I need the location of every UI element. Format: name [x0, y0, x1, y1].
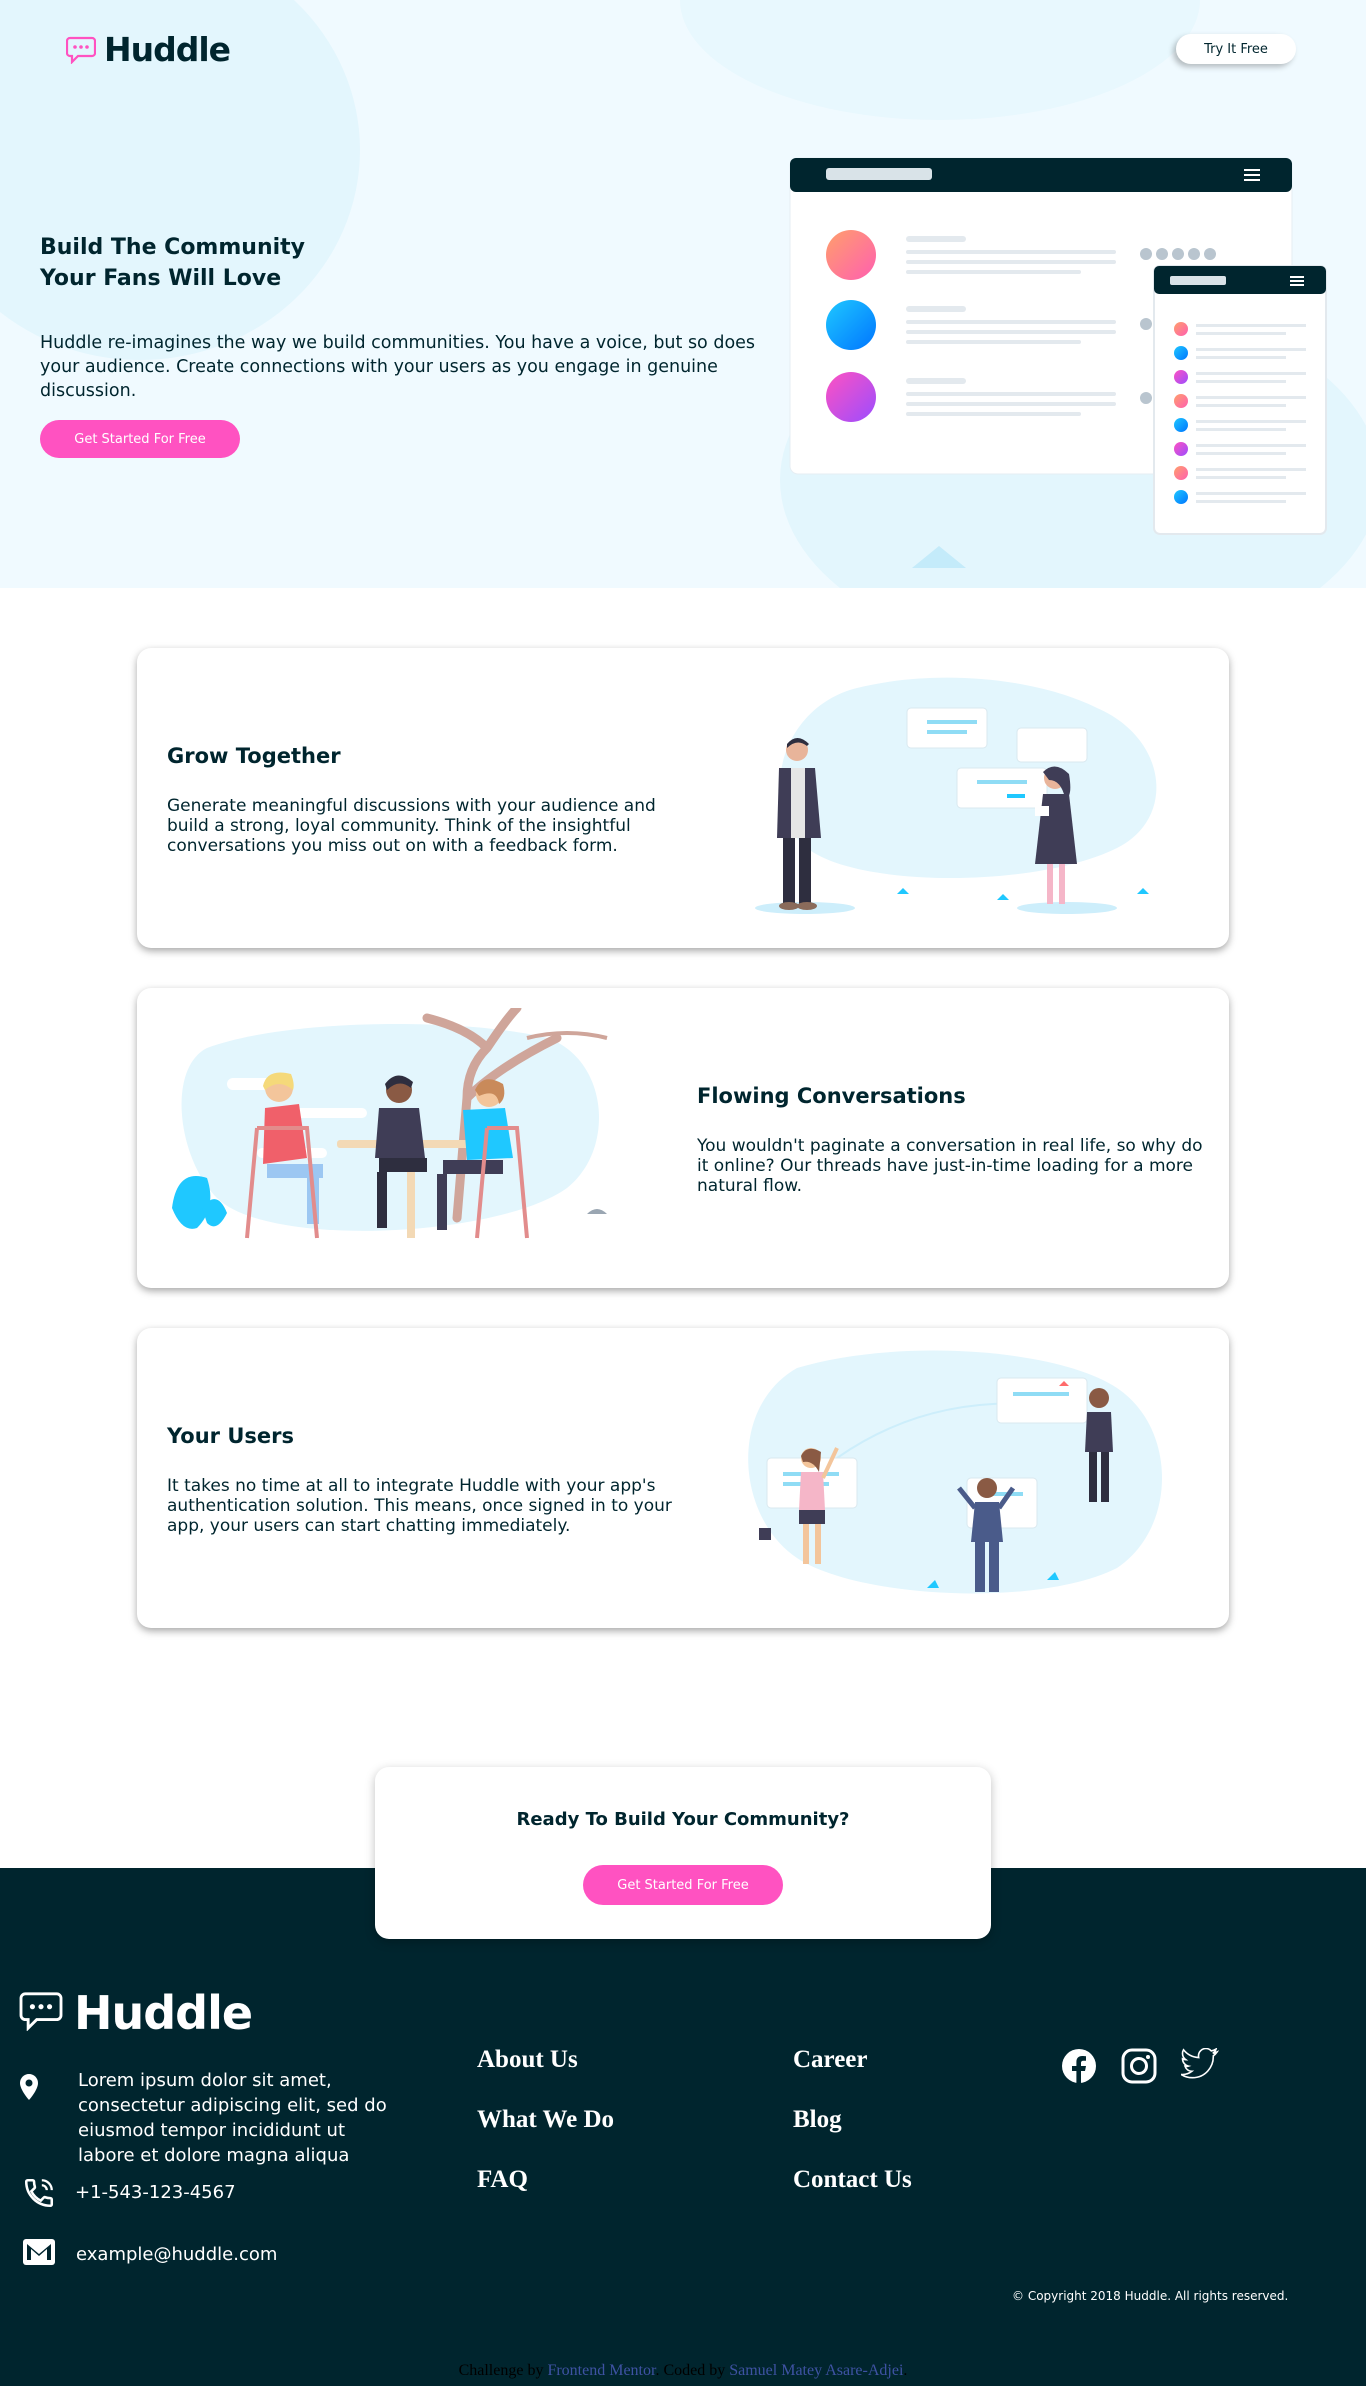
feature-description: You wouldn't paginate a conversation in … [697, 1136, 1203, 1196]
feature-title: Your Users [167, 1424, 294, 1448]
author-link[interactable]: Samuel Matey Asare-Adjei [729, 2362, 903, 2379]
cta-title: Ready To Build Your Community? [516, 1809, 850, 1830]
your-users-illustration [748, 1350, 1162, 1594]
flowing-conversations-illustration [172, 1008, 608, 1239]
hero-title-line1: Build The Community [40, 235, 305, 260]
email-icon [22, 2238, 76, 2270]
frontend-mentor-link[interactable]: Frontend Mentor [547, 2362, 655, 2379]
attribution-prefix: Challenge by [458, 2362, 544, 2379]
grow-together-illustration [755, 677, 1157, 914]
phone-icon [22, 2176, 75, 2214]
chat-bubble-icon [18, 1991, 64, 2035]
footer-address-text: Lorem ipsum dolor sit amet, consectetur … [78, 2070, 387, 2166]
hero-section: Huddle Try It Free Build The Community Y… [0, 0, 1366, 588]
feature-description: Generate meaningful discussions with you… [167, 796, 656, 856]
footer-link-what-we-do[interactable]: What We Do [477, 2106, 614, 2134]
footer-phone: +1-543-123-4567 [22, 2176, 236, 2214]
location-pin-icon [20, 2068, 78, 2104]
twitter-icon[interactable] [1180, 2047, 1220, 2084]
footer-phone-text: +1-543-123-4567 [75, 2182, 236, 2203]
hero-mockup-illustration [789, 157, 1327, 535]
footer-link-contact-us[interactable]: Contact Us [793, 2166, 912, 2194]
footer-copyright: © Copyright 2018 Huddle. All rights rese… [1012, 2289, 1289, 2303]
footer-link-career[interactable]: Career [793, 2046, 868, 2074]
footer-logo[interactable]: Huddle [18, 1986, 253, 2040]
footer-link-blog[interactable]: Blog [793, 2106, 842, 2134]
footer-email-text: example@huddle.com [76, 2244, 278, 2265]
footer-address: Lorem ipsum dolor sit amet, consectetur … [20, 2068, 400, 2168]
hero-arrow-decoration [912, 546, 966, 568]
feature-card-your-users: Your Users It takes no time at all to in… [137, 1328, 1229, 1628]
feature-card-grow-together: Grow Together Generate meaningful discus… [137, 648, 1229, 948]
hero-title: Build The Community Your Fans Will Love [40, 232, 360, 294]
footer-link-faq[interactable]: FAQ [477, 2166, 528, 2194]
footer: Huddle Lorem ipsum dolor sit amet, conse… [0, 1868, 1366, 2386]
logo-text: Huddle [104, 30, 231, 69]
hero-get-started-button[interactable]: Get Started For Free [40, 420, 240, 458]
cta-card: Ready To Build Your Community? Get Start… [375, 1767, 991, 1939]
attribution-suffix: . [903, 2362, 908, 2379]
cta-get-started-button[interactable]: Get Started For Free [583, 1865, 783, 1905]
footer-email: example@huddle.com [22, 2238, 277, 2270]
feature-description: It takes no time at all to integrate Hud… [167, 1476, 672, 1536]
attribution-middle: . Coded by [655, 2362, 726, 2379]
feature-title: Flowing Conversations [697, 1084, 966, 1108]
footer-logo-text: Huddle [74, 1986, 253, 2040]
try-it-free-button[interactable]: Try It Free [1176, 34, 1296, 64]
hero-bg-blob [680, 0, 1200, 120]
facebook-icon[interactable] [1061, 2048, 1097, 2088]
instagram-icon[interactable] [1121, 2048, 1157, 2088]
feature-title: Grow Together [167, 744, 341, 768]
attribution: Challenge by Frontend Mentor. Coded by S… [0, 2362, 1366, 2380]
hero-title-line2: Your Fans Will Love [40, 266, 282, 291]
header-logo[interactable]: Huddle [66, 30, 231, 69]
footer-link-about-us[interactable]: About Us [477, 2046, 578, 2074]
hero-description: Huddle re-imagines the way we build comm… [40, 333, 756, 401]
feature-card-flowing-conversations: Flowing Conversations You wouldn't pagin… [137, 988, 1229, 1288]
chat-bubble-icon [66, 36, 96, 64]
